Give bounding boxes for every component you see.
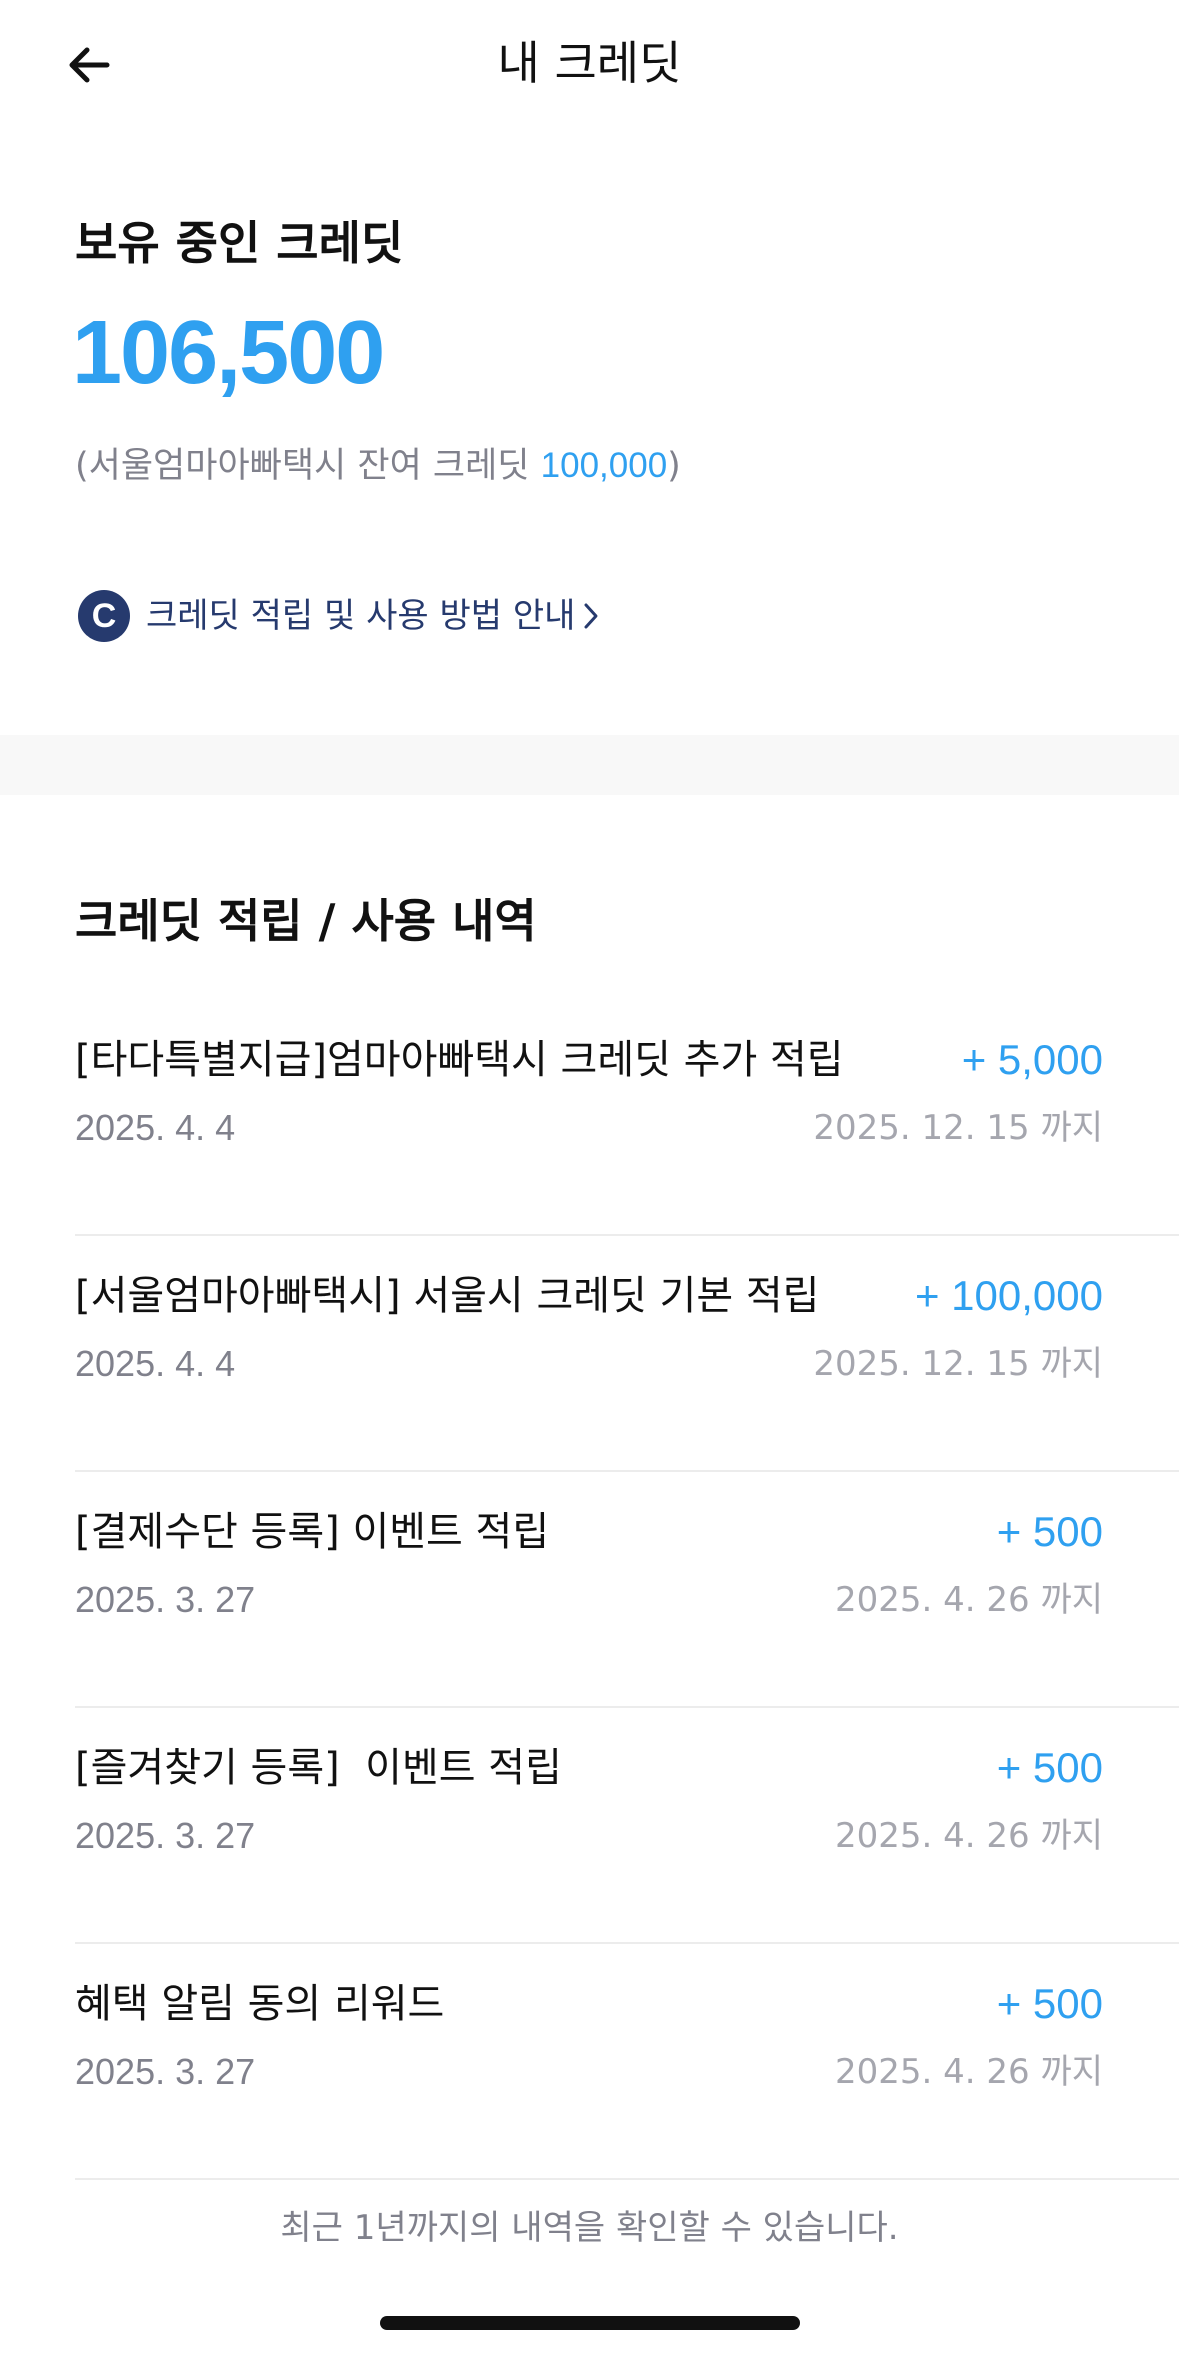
history-item: [결제수단 등록] 이벤트 적립 + 500 2025. 3. 27 2025.… (75, 1472, 1179, 1708)
history-footer-note: 최근 1년까지의 내역을 확인할 수 있습니다. (280, 2208, 899, 2248)
remaining-credit-suffix: ) (667, 446, 681, 486)
history-item-expiry: 2025. 4. 26 까지 (834, 2052, 1103, 2092)
history-item-date: 2025. 4. 4 (75, 1107, 236, 1148)
history-item-date: 2025. 3. 27 (75, 2051, 256, 2092)
history-item-expiry: 2025. 4. 26 까지 (834, 1816, 1103, 1856)
balance-heading: 보유 중인 크레딧 (75, 216, 404, 270)
history-item-amount: + 500 (996, 1980, 1103, 2027)
remaining-credit-value: 100,000 (540, 446, 668, 485)
credit-guide-label: 크레딧 적립 및 사용 방법 안내 (146, 596, 576, 636)
history-item-amount: + 5,000 (961, 1036, 1103, 1083)
credit-guide-link[interactable]: C 크레딧 적립 및 사용 방법 안내 (78, 586, 601, 646)
remaining-credit-prefix: (서울엄마아빠택시 잔여 크레딧 (75, 446, 541, 486)
history-item-date: 2025. 3. 27 (75, 1815, 256, 1856)
history-item-title: [타다특별지급]엄마아빠택시 크레딧 추가 적립 (75, 1037, 844, 1083)
history-item-title: 혜택 알림 동의 리워드 (75, 1981, 445, 2027)
credit-c-icon: C (78, 590, 130, 642)
history-item-title: [결제수단 등록] 이벤트 적립 (75, 1509, 550, 1555)
chevron-right-icon (581, 600, 601, 632)
balance-amount: 106,500 (72, 303, 385, 403)
home-indicator (380, 2316, 800, 2330)
section-divider (0, 735, 1179, 795)
history-item-expiry: 2025. 12. 15 까지 (813, 1108, 1103, 1148)
history-list: [타다특별지급]엄마아빠택시 크레딧 추가 적립 + 5,000 2025. 4… (75, 1000, 1179, 2180)
history-item: [타다특별지급]엄마아빠택시 크레딧 추가 적립 + 5,000 2025. 4… (75, 1000, 1179, 1236)
history-item-expiry: 2025. 4. 26 까지 (834, 1580, 1103, 1620)
history-item-date: 2025. 3. 27 (75, 1579, 256, 1620)
history-item-amount: + 100,000 (914, 1272, 1103, 1319)
history-item-expiry: 2025. 12. 15 까지 (813, 1344, 1103, 1384)
page-title: 내 크레딧 (497, 36, 682, 90)
history-item: [즐겨찾기 등록] 이벤트 적립 + 500 2025. 3. 27 2025.… (75, 1708, 1179, 1944)
history-heading: 크레딧 적립 / 사용 내역 (75, 894, 537, 948)
history-item-title: [즐겨찾기 등록] 이벤트 적립 (75, 1745, 562, 1791)
history-item-date: 2025. 4. 4 (75, 1343, 236, 1384)
remaining-credit-note: (서울엄마아빠택시 잔여 크레딧 100,000) (75, 438, 681, 494)
history-item-amount: + 500 (996, 1744, 1103, 1791)
history-item-amount: + 500 (996, 1508, 1103, 1555)
history-item: [서울엄마아빠택시] 서울시 크레딧 기본 적립 + 100,000 2025.… (75, 1236, 1179, 1472)
history-item: 혜택 알림 동의 리워드 + 500 2025. 3. 27 2025. 4. … (75, 1944, 1179, 2180)
top-bar: 내 크레딧 (0, 0, 1179, 130)
history-item-title: [서울엄마아빠택시] 서울시 크레딧 기본 적립 (75, 1273, 820, 1319)
